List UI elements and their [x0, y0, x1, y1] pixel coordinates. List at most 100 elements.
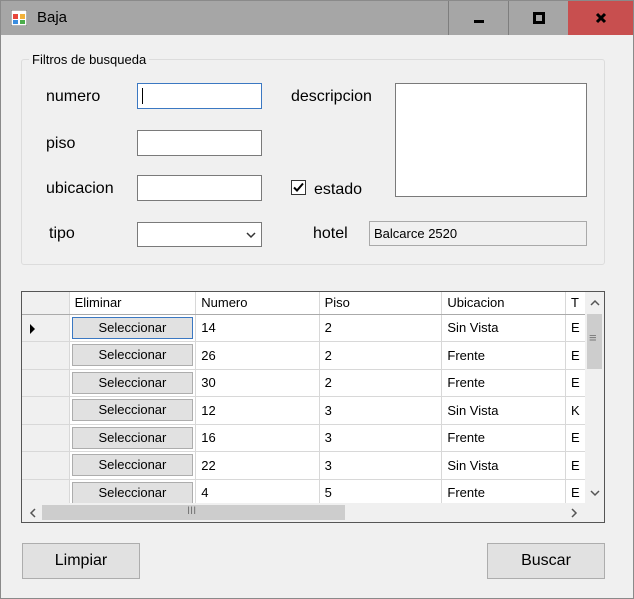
tipo-cell[interactable]: E: [565, 314, 586, 342]
results-grid[interactable]: Eliminar Numero Piso Ubicacion T Selecci…: [21, 291, 605, 523]
current-row-arrow-icon: [30, 323, 35, 334]
seleccionar-button[interactable]: Seleccionar: [71, 454, 194, 477]
piso-cell[interactable]: 2: [319, 314, 443, 342]
column-header-ubicacion[interactable]: Ubicacion: [441, 292, 566, 315]
column-header-numero[interactable]: Numero: [195, 292, 320, 315]
table-row[interactable]: Seleccionar 30 2 Frente E: [22, 369, 586, 397]
tipo-cell[interactable]: E: [565, 424, 586, 452]
seleccionar-button[interactable]: Seleccionar: [71, 426, 194, 449]
descripcion-textarea[interactable]: [395, 83, 587, 197]
minimize-icon: [473, 20, 484, 23]
vertical-scroll-thumb[interactable]: ≡: [587, 314, 602, 369]
estado-label[interactable]: estado: [314, 181, 362, 199]
tipo-select[interactable]: [137, 222, 262, 247]
maximize-button[interactable]: [508, 1, 568, 35]
chevron-up-icon: [589, 299, 600, 306]
tipo-cell[interactable]: E: [565, 479, 586, 503]
table-row[interactable]: Seleccionar 16 3 Frente E: [22, 424, 586, 452]
numero-cell[interactable]: 4: [195, 479, 320, 503]
piso-cell[interactable]: 3: [319, 451, 443, 480]
estado-checkbox[interactable]: [291, 180, 306, 195]
chevron-down-icon: [246, 232, 256, 239]
scroll-left-button[interactable]: [24, 504, 41, 521]
numero-cell[interactable]: 26: [195, 341, 320, 370]
tipo-cell[interactable]: E: [565, 341, 586, 370]
app-form-icon: [11, 10, 27, 26]
ubicacion-label: ubicacion: [46, 180, 114, 197]
scroll-right-button[interactable]: [565, 504, 582, 521]
numero-cell[interactable]: 16: [195, 424, 320, 452]
ubicacion-cell[interactable]: Sin Vista: [441, 314, 566, 342]
numero-cell[interactable]: 12: [195, 396, 320, 425]
seleccionar-button[interactable]: Seleccionar: [71, 344, 194, 367]
ubicacion-cell[interactable]: Sin Vista: [441, 451, 566, 480]
vertical-scrollbar[interactable]: ≡: [585, 292, 604, 503]
numero-cell[interactable]: 30: [195, 369, 320, 397]
tipo-cell[interactable]: K: [565, 396, 586, 425]
numero-cell[interactable]: 22: [195, 451, 320, 480]
row-header[interactable]: [22, 369, 70, 397]
seleccionar-button[interactable]: Seleccionar: [71, 481, 194, 503]
tipo-cell[interactable]: E: [565, 451, 586, 480]
column-header-eliminar[interactable]: Eliminar: [69, 292, 197, 315]
title-bar[interactable]: Baja: [1, 1, 633, 35]
scroll-up-button[interactable]: [586, 294, 603, 311]
seleccionar-button[interactable]: Seleccionar: [71, 371, 194, 394]
row-header[interactable]: [22, 341, 70, 370]
buscar-button[interactable]: Buscar: [487, 543, 605, 579]
seleccionar-button[interactable]: Seleccionar: [71, 399, 194, 422]
piso-cell[interactable]: 3: [319, 396, 443, 425]
numero-label: numero: [46, 88, 101, 105]
table-row[interactable]: Seleccionar 12 3 Sin Vista K: [22, 396, 586, 425]
hotel-value: Balcarce 2520: [374, 226, 458, 241]
filters-group-title: Filtros de busqueda: [29, 52, 150, 67]
maximize-icon: [532, 12, 545, 24]
results-table: Eliminar Numero Piso Ubicacion T Selecci…: [22, 292, 586, 503]
descripcion-label: descripcion: [291, 88, 372, 105]
ubicacion-cell[interactable]: Sin Vista: [441, 396, 566, 425]
minimize-button[interactable]: [448, 1, 508, 35]
row-header[interactable]: [22, 396, 70, 425]
window: Baja Filtros de busqueda numero piso ubi…: [0, 0, 634, 599]
ubicacion-cell[interactable]: Frente: [441, 369, 566, 397]
table-row[interactable]: Seleccionar 14 2 Sin Vista E: [22, 314, 586, 342]
piso-label: piso: [46, 135, 76, 152]
piso-cell[interactable]: 3: [319, 424, 443, 452]
seleccionar-button[interactable]: Seleccionar: [71, 316, 194, 339]
numero-input[interactable]: [137, 83, 262, 109]
horizontal-scrollbar[interactable]: III: [22, 503, 586, 522]
scroll-grip-icon: ≡: [589, 330, 597, 345]
piso-cell[interactable]: 2: [319, 369, 443, 397]
ubicacion-input[interactable]: [137, 175, 262, 201]
limpiar-button[interactable]: Limpiar: [22, 543, 140, 579]
ubicacion-cell[interactable]: Frente: [441, 341, 566, 370]
table-row[interactable]: Seleccionar 26 2 Frente E: [22, 341, 586, 370]
table-row[interactable]: Seleccionar 22 3 Sin Vista E: [22, 451, 586, 480]
piso-cell[interactable]: 2: [319, 341, 443, 370]
table-row[interactable]: Seleccionar 4 5 Frente E: [22, 479, 586, 503]
scroll-down-button[interactable]: [586, 484, 603, 501]
piso-input[interactable]: [137, 130, 262, 156]
window-title: Baja: [37, 9, 68, 26]
row-header[interactable]: [22, 314, 70, 342]
close-icon: [595, 12, 606, 24]
scrollbar-corner: [585, 503, 604, 522]
hotel-field: Balcarce 2520: [369, 221, 587, 246]
ubicacion-cell[interactable]: Frente: [441, 424, 566, 452]
ubicacion-cell[interactable]: Frente: [441, 479, 566, 503]
numero-cell[interactable]: 14: [195, 314, 320, 342]
text-caret: [142, 88, 143, 104]
tipo-label: tipo: [49, 225, 75, 242]
column-header-tipo[interactable]: T: [565, 292, 586, 315]
tipo-cell[interactable]: E: [565, 369, 586, 397]
chevron-left-icon: [29, 507, 36, 518]
horizontal-scroll-thumb[interactable]: III: [42, 505, 345, 520]
row-header[interactable]: [22, 479, 70, 503]
scroll-grip-icon: III: [187, 505, 197, 517]
piso-cell[interactable]: 5: [319, 479, 443, 503]
row-header[interactable]: [22, 424, 70, 452]
column-header-piso[interactable]: Piso: [319, 292, 443, 315]
close-button[interactable]: [568, 1, 633, 35]
checkmark-icon: [293, 182, 304, 192]
row-header[interactable]: [22, 451, 70, 480]
